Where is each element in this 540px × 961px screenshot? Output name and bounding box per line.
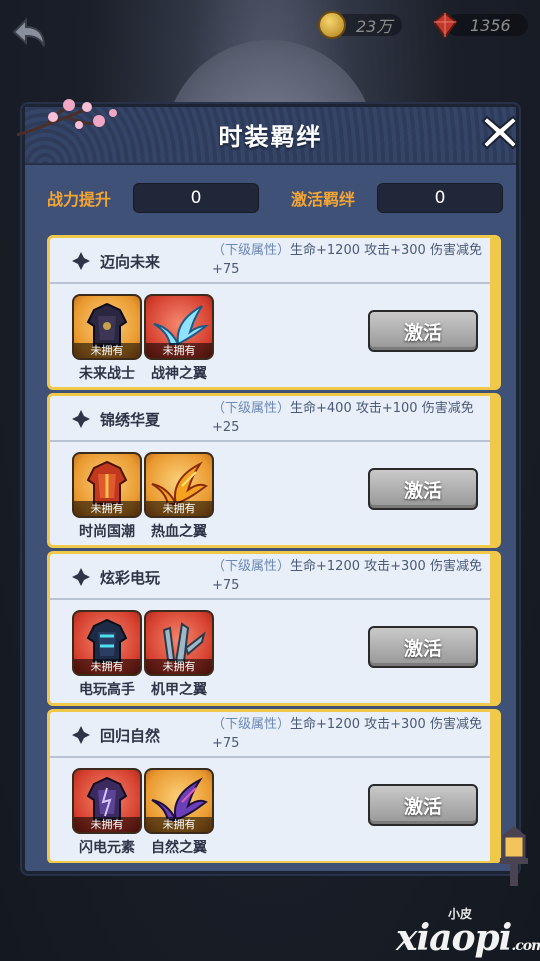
bond-card: 迈向未来 （下级属性）生命+1200 攻击+300 伤害减免+75 未拥有 未来… [47,235,501,390]
site-watermark: 小皮 xiaopi.com [390,905,540,961]
gem-icon [430,10,460,40]
gem-amount: 1356 [470,15,511,35]
bond-card: 锦绣华夏 （下级属性）生命+400 攻击+100 伤害减免+25 未拥有 时尚国… [47,393,501,548]
costume-item[interactable]: 未拥有 机甲之翼 [144,610,214,699]
coin-icon [318,11,346,39]
costume-name: 自然之翼 [151,840,207,856]
bond-card-header: 迈向未来 （下级属性）生命+1200 攻击+300 伤害减免+75 [50,238,490,284]
costume-item[interactable]: 未拥有 未来战士 [72,294,142,383]
armor-icon: 未拥有 [72,610,142,676]
costume-name: 战神之翼 [151,366,207,382]
bond-attributes: （下级属性）生命+1200 攻击+300 伤害减免+75 [212,717,482,751]
sparkle-icon [72,568,90,586]
power-boost-value: 0 [133,183,259,213]
activate-button[interactable]: 激活 [368,310,478,352]
costume-name: 未来战士 [79,366,135,382]
costume-item[interactable]: 未拥有 时尚国潮 [72,452,142,541]
costume-item[interactable]: 未拥有 热血之翼 [144,452,214,541]
costume-name: 机甲之翼 [151,682,207,698]
bond-card-header: 回归自然 （下级属性）生命+1200 攻击+300 伤害减免+75 [50,712,490,758]
sparkle-icon [72,410,90,428]
costume-item[interactable]: 未拥有 闪电元素 [72,768,142,857]
coin-counter: 23万 [318,8,403,42]
sparkle-icon [72,252,90,270]
bond-attributes: （下级属性）生命+1200 攻击+300 伤害减免+75 [212,559,482,593]
fashion-bond-panel: 时装羁绊 战力提升 0 激活羁绊 0 迈向未来 （下级属性）生命+1200 攻击… [16,99,521,874]
bond-card-header: 炫彩电玩 （下级属性）生命+1200 攻击+300 伤害减免+75 [50,554,490,600]
activated-bond-row: 激活羁绊 0 [291,183,503,213]
close-icon [481,115,519,150]
wing-icon: 未拥有 [144,294,214,360]
armor-icon: 未拥有 [72,768,142,834]
sparkle-icon [72,726,90,744]
costume-name: 时尚国潮 [79,524,135,540]
bond-card-header: 锦绣华夏 （下级属性）生命+400 攻击+100 伤害减免+25 [50,396,490,442]
bond-card: 炫彩电玩 （下级属性）生命+1200 攻击+300 伤害减免+75 未拥有 电玩… [47,551,501,706]
activated-bond-value: 0 [377,183,503,213]
bond-set-name: 锦绣华夏 [100,411,161,429]
power-boost-row: 战力提升 0 [47,183,259,213]
costume-name: 闪电元素 [79,840,135,856]
activate-button[interactable]: 激活 [368,784,478,826]
back-button[interactable] [8,14,50,52]
costume-name: 热血之翼 [151,524,207,540]
panel-title: 时装羁绊 [218,123,323,151]
costume-item[interactable]: 未拥有 自然之翼 [144,768,214,857]
bond-set-name: 回归自然 [100,727,161,745]
armor-icon: 未拥有 [72,452,142,518]
bond-set-name: 炫彩电玩 [100,569,161,587]
bond-attributes: （下级属性）生命+400 攻击+100 伤害减免+25 [212,401,474,435]
bond-card: 回归自然 （下级属性）生命+1200 攻击+300 伤害减免+75 未拥有 闪电… [47,709,501,863]
costume-item[interactable]: 未拥有 电玩高手 [72,610,142,699]
wing-icon: 未拥有 [144,610,214,676]
wing-icon: 未拥有 [144,452,214,518]
gem-counter: 1356 [430,8,528,42]
coin-amount: 23万 [356,17,393,36]
activated-bond-label: 激活羁绊 [291,190,356,209]
power-boost-label: 战力提升 [47,190,112,209]
close-button[interactable] [479,111,521,153]
costume-item[interactable]: 未拥有 战神之翼 [144,294,214,383]
bond-attributes: （下级属性）生命+1200 攻击+300 伤害减免+75 [212,243,482,277]
activate-button[interactable]: 激活 [368,468,478,510]
back-arrow-icon [12,17,45,47]
armor-icon: 未拥有 [72,294,142,360]
bond-list[interactable]: 迈向未来 （下级属性）生命+1200 攻击+300 伤害减免+75 未拥有 未来… [47,235,501,863]
wing-icon: 未拥有 [144,768,214,834]
bond-set-name: 迈向未来 [100,253,161,271]
watermark-logo-text: xiaopi.com [396,917,540,959]
lantern-icon [488,820,540,890]
costume-name: 电玩高手 [79,682,135,698]
activate-button[interactable]: 激活 [368,626,478,668]
